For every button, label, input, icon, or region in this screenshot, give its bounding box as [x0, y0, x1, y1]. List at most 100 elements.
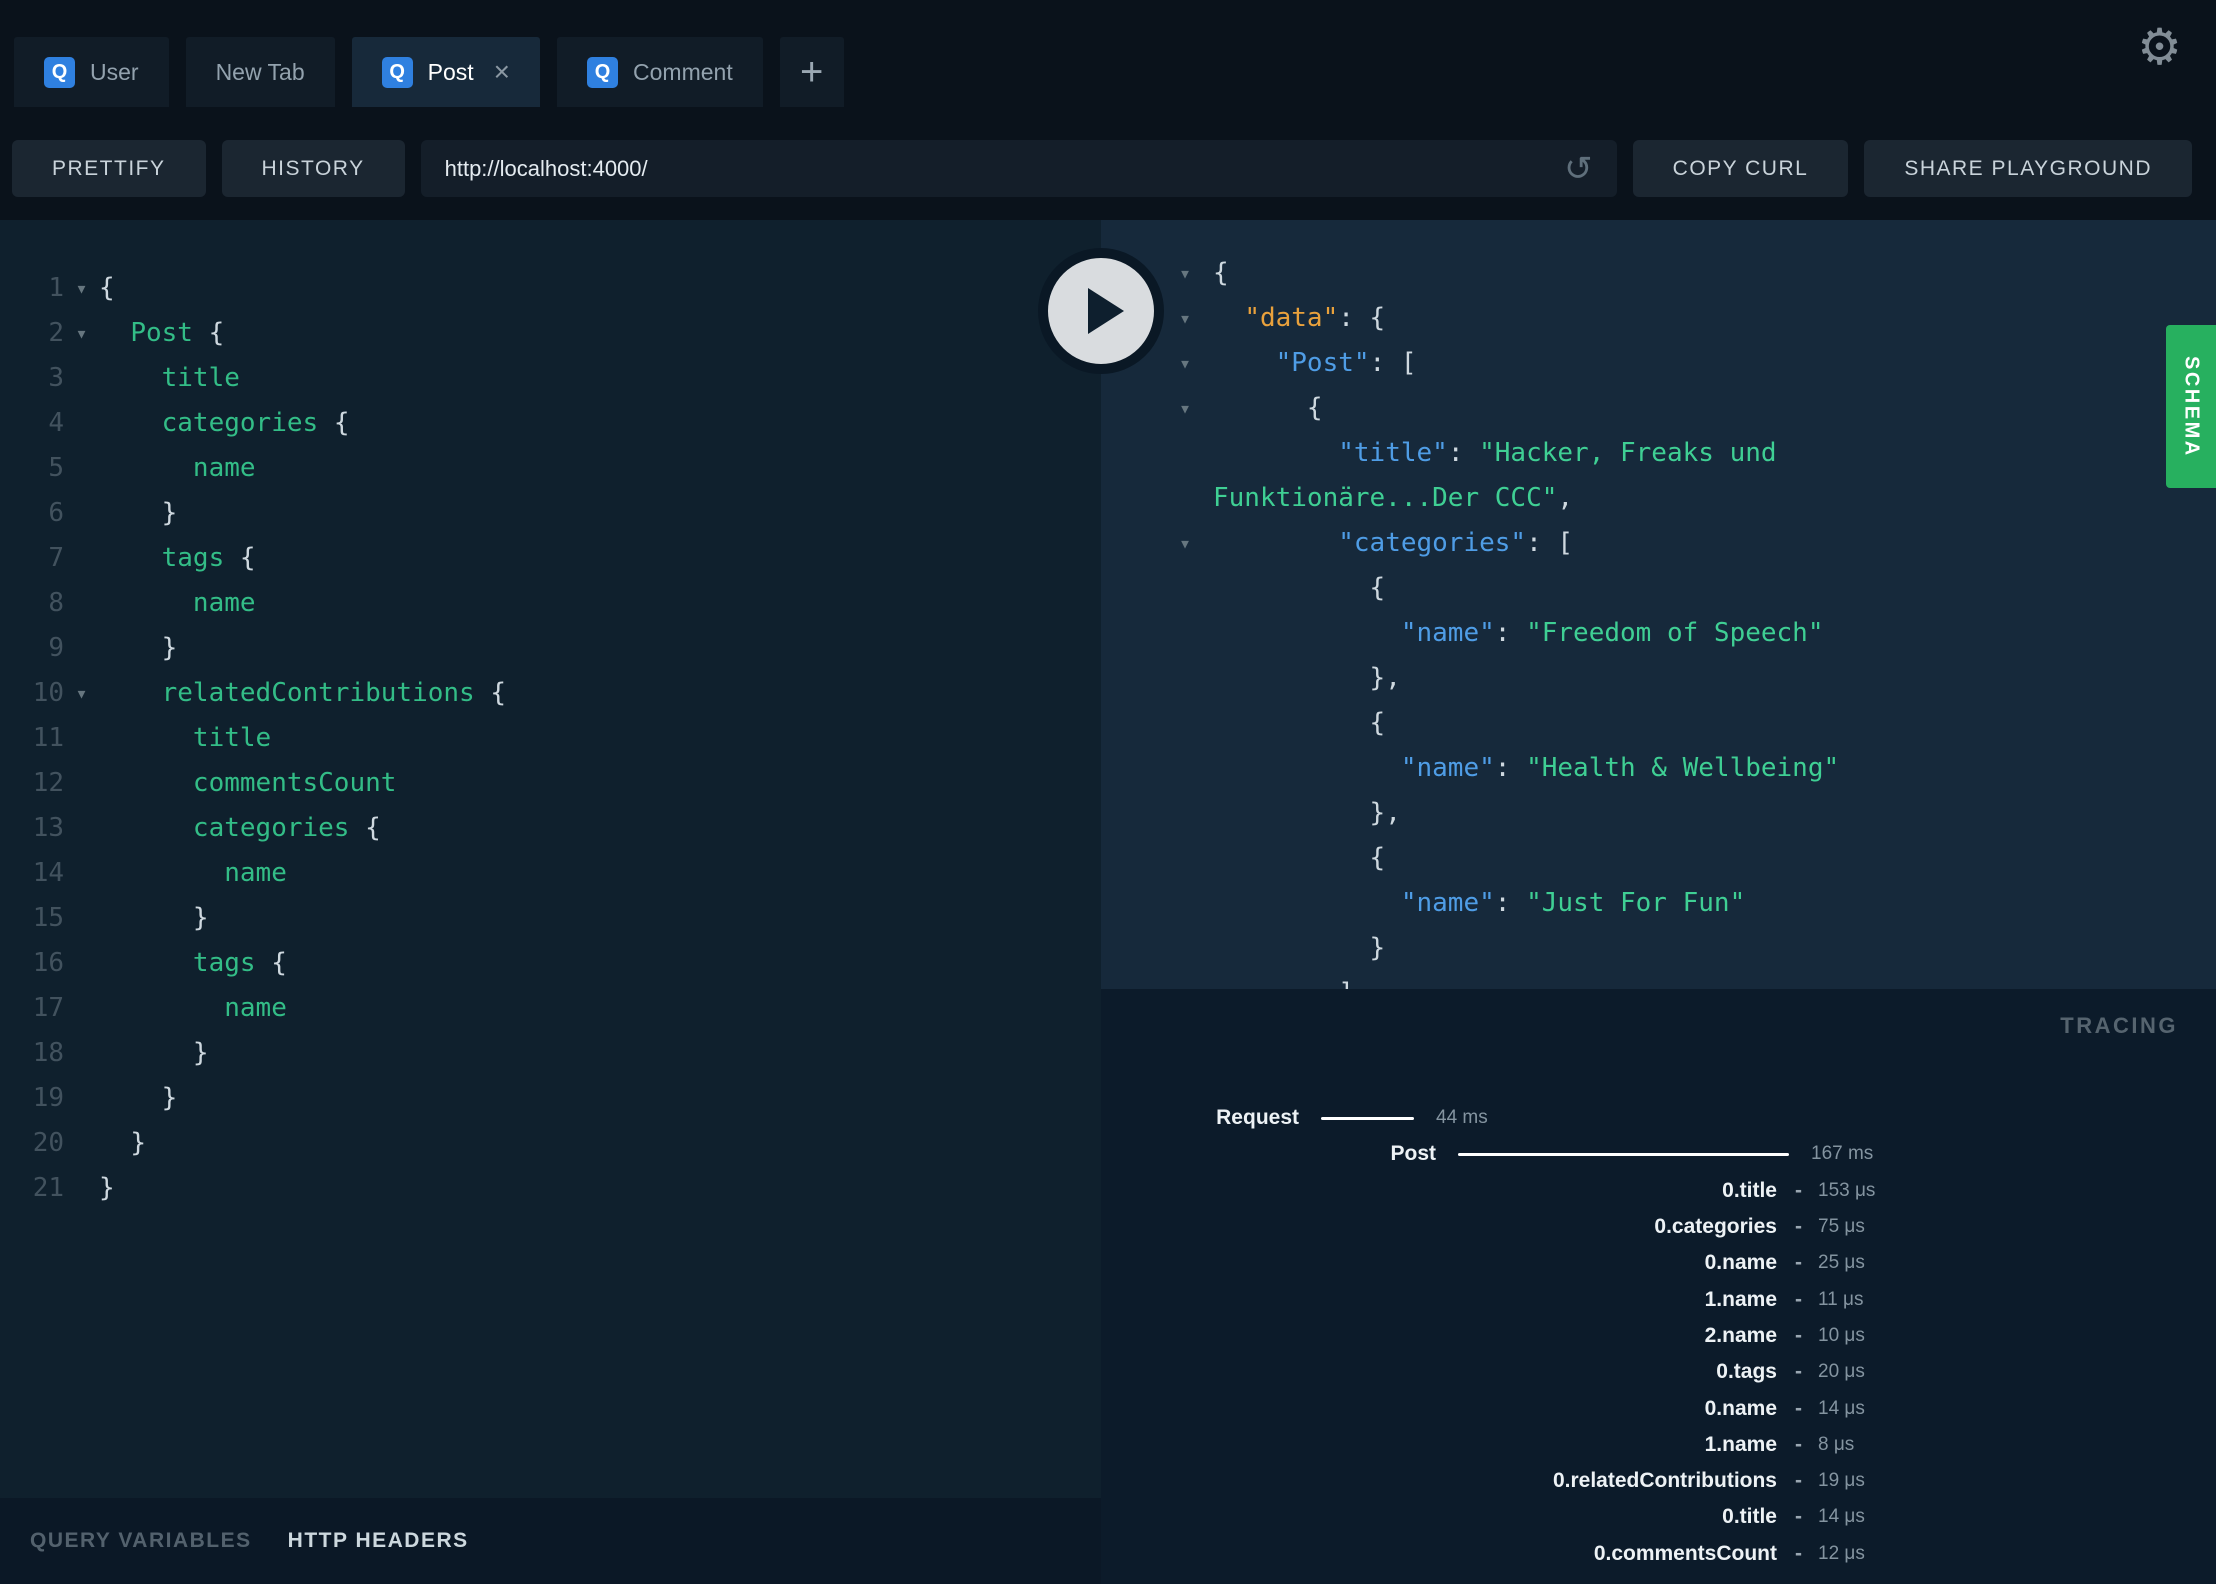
trace-time: 8 μs: [1818, 1433, 1855, 1455]
new-tab-button[interactable]: +: [779, 37, 844, 107]
line-number: 18: [32, 1037, 64, 1068]
line-number: 4: [48, 407, 64, 438]
trace-row: 0.categories -75 μs: [1101, 1209, 2216, 1245]
query-code[interactable]: 1 ▾{2 ▾ Post {3 title 4 categories {5 name 6…: [0, 265, 1101, 1210]
trace-dash: -: [1795, 1432, 1802, 1456]
fold-arrow-icon[interactable]: ▾: [1179, 531, 1213, 555]
code-line: 19 }: [0, 1075, 1101, 1120]
code-line: 8 name: [0, 580, 1101, 625]
code-text: tags {: [161, 542, 256, 573]
copy-curl-button[interactable]: COPY CURL: [1632, 140, 1849, 197]
code-text: name: [192, 452, 256, 483]
code-text: }: [192, 1037, 209, 1068]
query-badge: Q: [587, 56, 619, 88]
trace-duration-bar: [1321, 1116, 1414, 1120]
trace-dash: -: [1795, 1396, 1802, 1420]
close-tab-icon[interactable]: ×: [494, 58, 510, 86]
line-number: 9: [48, 632, 64, 663]
execute-query-button[interactable]: [1038, 248, 1164, 374]
tab-comment[interactable]: Q Comment: [557, 37, 763, 107]
trace-time: 167 ms: [1811, 1143, 1874, 1165]
fold-arrow-icon[interactable]: ▾: [1179, 351, 1213, 375]
code-text: Post {: [130, 317, 225, 348]
fold-arrow-icon[interactable]: ▾: [64, 681, 99, 705]
history-button[interactable]: HISTORY: [221, 140, 405, 197]
fold-arrow-icon[interactable]: ▾: [1179, 261, 1213, 285]
tab-post[interactable]: Q Post ×: [351, 37, 541, 107]
code-line: 7 tags {: [0, 535, 1101, 580]
code-line: {: [1101, 835, 2186, 880]
code-text: "name": "Health & Wellbeing": [1400, 752, 1840, 783]
line-number: 19: [32, 1082, 64, 1113]
query-variables-tab[interactable]: QUERY VARIABLES: [30, 1529, 252, 1553]
code-text: {: [1369, 842, 1386, 873]
fold-arrow-icon[interactable]: ▾: [1179, 396, 1213, 420]
trace-dash: -: [1795, 1541, 1802, 1565]
result-pane: ▾{▾ "data": {▾ "Post": [▾ { "title": "Ha…: [1101, 220, 2216, 989]
tab-user[interactable]: Q User: [14, 37, 169, 107]
line-number: 20: [32, 1127, 64, 1158]
fold-arrow-icon[interactable]: ▾: [64, 321, 99, 345]
tab-new-tab[interactable]: New Tab: [185, 37, 335, 107]
trace-row: 2.name -10 μs: [1101, 1318, 2216, 1354]
code-text: "title": "Hacker, Freaks und: [1338, 437, 1777, 468]
tracing-rows: Request 44 ms Post 167 ms 0.title -153 μs 0.ca…: [1101, 1100, 2216, 1572]
trace-row: 0.title -14 μs: [1101, 1499, 2216, 1535]
trace-label: 0.categories: [1654, 1215, 1777, 1239]
trace-time: 75 μs: [1818, 1216, 1865, 1238]
trace-dash: -: [1795, 1360, 1802, 1384]
tab-label: Comment: [633, 58, 733, 85]
tracing-title: TRACING: [2060, 1013, 2178, 1038]
trace-row: 0.name -25 μs: [1101, 1245, 2216, 1281]
fold-arrow-icon[interactable]: ▾: [1179, 306, 1213, 330]
line-number: 21: [32, 1172, 64, 1203]
code-line: ▾ "categories": [: [1101, 520, 2186, 565]
code-text: relatedContributions {: [161, 677, 507, 708]
trace-label: 0.relatedContributions: [1552, 1469, 1777, 1493]
code-line: {: [1101, 565, 2186, 610]
trace-label: 0.tags: [1716, 1360, 1777, 1384]
query-badge: Q: [381, 56, 413, 88]
trace-time: 44 ms: [1436, 1107, 1488, 1129]
line-number: 13: [32, 812, 64, 843]
query-editor-pane[interactable]: 1 ▾{2 ▾ Post {3 title 4 categories {5 name 6…: [0, 220, 1101, 1584]
http-headers-tab[interactable]: HTTP HEADERS: [288, 1529, 469, 1553]
settings-gear-icon[interactable]: ⚙: [2137, 22, 2182, 72]
code-line: 18 }: [0, 1030, 1101, 1075]
trace-label: 1.name: [1704, 1287, 1777, 1311]
code-text: title: [192, 722, 272, 753]
code-line: 21}: [0, 1165, 1101, 1210]
trace-label: 2.name: [1704, 1323, 1777, 1347]
reload-icon[interactable]: ↺: [1564, 152, 1593, 186]
code-text: "name": "Freedom of Speech": [1400, 617, 1824, 648]
trace-dash: -: [1795, 1505, 1802, 1529]
code-text: {: [1213, 257, 1229, 288]
trace-row: Request 44 ms: [1101, 1100, 2216, 1136]
trace-time: 11 μs: [1818, 1288, 1864, 1310]
share-playground-button[interactable]: SHARE PLAYGROUND: [1864, 140, 2192, 197]
code-line: 16 tags {: [0, 940, 1101, 985]
line-number: 12: [32, 767, 64, 798]
fold-arrow-icon[interactable]: ▾: [64, 276, 99, 300]
line-number: 14: [32, 857, 64, 888]
prettify-button[interactable]: PRETTIFY: [12, 140, 206, 197]
code-text: }: [161, 632, 178, 663]
code-line: 6 }: [0, 490, 1101, 535]
code-text: }: [1369, 932, 1386, 963]
url-input[interactable]: http://localhost:4000/: [445, 156, 1565, 182]
line-number: 6: [48, 497, 64, 528]
line-number: 5: [48, 452, 64, 483]
tab-label: User: [90, 58, 139, 85]
endpoint-url-bar[interactable]: http://localhost:4000/ ↺: [420, 140, 1617, 197]
line-number: 8: [48, 587, 64, 618]
code-text: categories {: [161, 407, 350, 438]
code-line: 17 name: [0, 985, 1101, 1030]
code-line: ▾ "data": {: [1101, 295, 2186, 340]
line-number: 15: [32, 902, 64, 933]
code-line: },: [1101, 655, 2186, 700]
tab-label: Post: [427, 58, 474, 85]
code-line: 11 title: [0, 715, 1101, 760]
trace-time: 25 μs: [1818, 1252, 1865, 1274]
code-line: 12 commentsCount: [0, 760, 1101, 805]
schema-side-tab[interactable]: SCHEMA: [2166, 325, 2216, 488]
